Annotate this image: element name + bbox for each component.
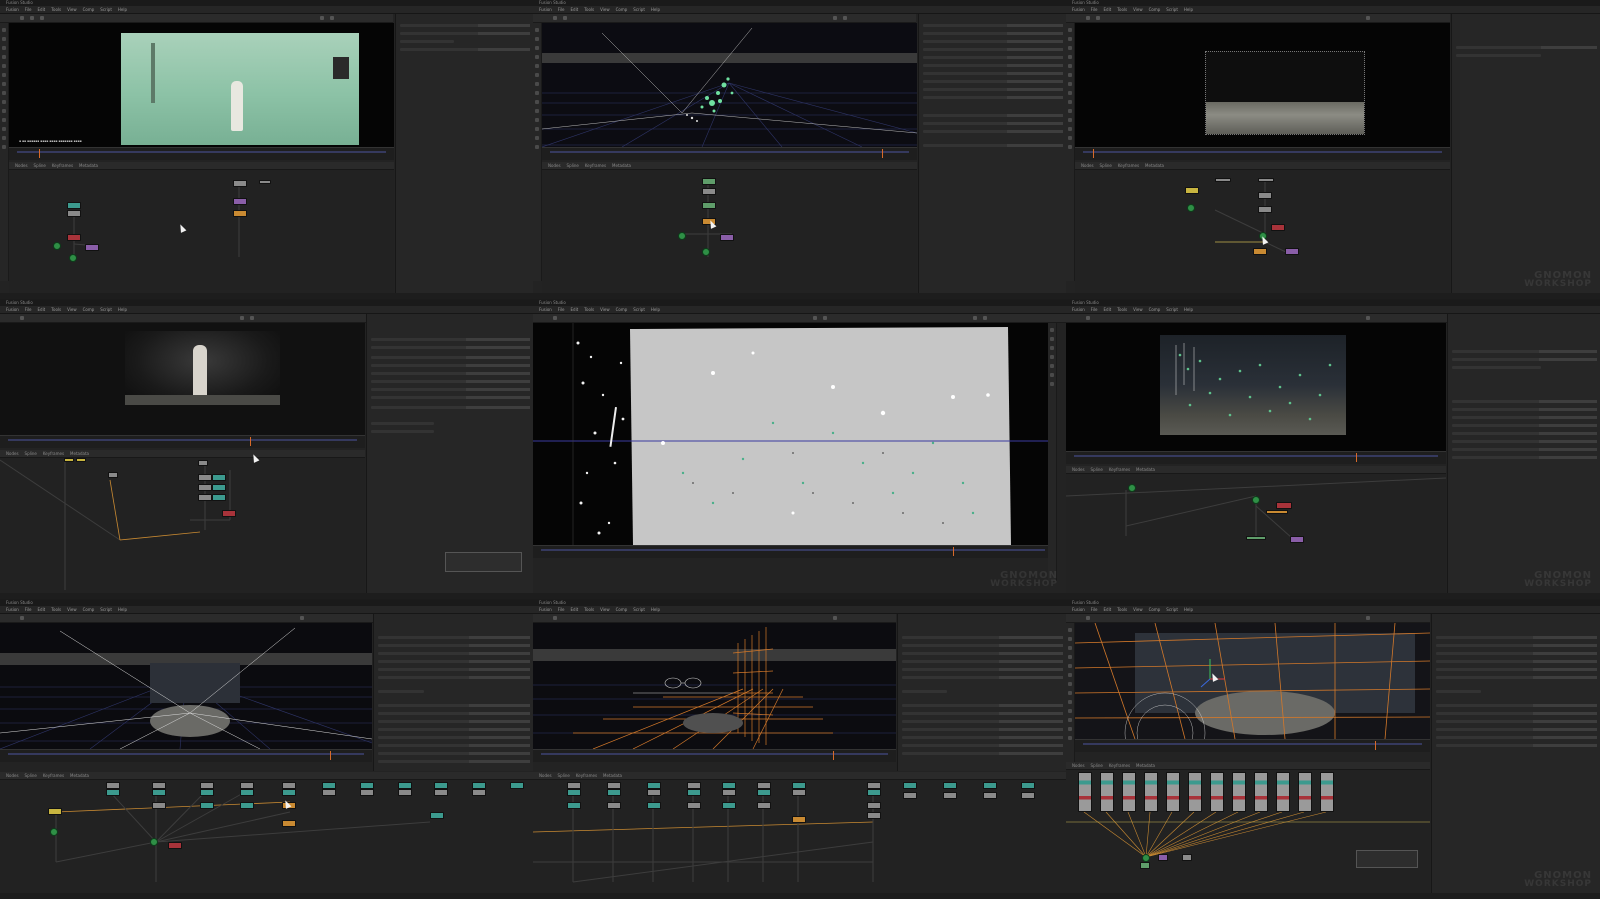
menu-item[interactable]: Tools — [51, 6, 61, 13]
node-editor[interactable]: Nodes Spline Keyframes Metadata — [533, 772, 1066, 893]
tool-palette — [533, 23, 542, 281]
node-tool[interactable] — [702, 202, 716, 209]
viewer-3d[interactable] — [1075, 623, 1430, 739]
node-tool[interactable] — [67, 210, 81, 217]
node-saver[interactable] — [1158, 854, 1168, 861]
toolbar-icon[interactable] — [20, 16, 24, 20]
menu-item[interactable]: Edit — [38, 6, 46, 13]
watermark: GNOMON WORKSHOP — [990, 570, 1058, 589]
viewer-3d[interactable] — [533, 623, 896, 749]
viewer[interactable] — [1066, 323, 1446, 451]
viewer-toolbar — [0, 14, 393, 23]
footage-greenscreen — [121, 33, 359, 145]
viewer-3d[interactable] — [0, 623, 372, 749]
panel-lunar-plate: Fusion Studio Fusion File Edit Tools View Com… — [1066, 0, 1600, 299]
viewer-fullscreen[interactable] — [533, 323, 1053, 545]
matte-points — [533, 323, 1053, 545]
node-editor[interactable]: Nodes Spline Keyframes Metadata — [9, 162, 394, 293]
viewer[interactable] — [1075, 23, 1450, 147]
menu-bar: Fusion File Edit Tools View Comp Script Help — [0, 6, 533, 14]
3d-scene — [542, 27, 917, 147]
menu-bar: Fusion File Edit Tools View Comp Script Help — [533, 6, 1066, 14]
node-editor[interactable]: Nodes Spline Keyframes Metadata — [0, 450, 365, 593]
panel-3d-ground: Fusion Studio Fusion File Edit Tools View Com… — [0, 600, 533, 899]
node-tool[interactable] — [1185, 187, 1199, 194]
node-editor[interactable]: Nodes Spline Keyframes Metadata — [1075, 162, 1450, 293]
node-merge[interactable] — [222, 510, 236, 517]
toolbar-icon[interactable] — [330, 16, 334, 20]
menu-item[interactable]: File — [25, 6, 32, 13]
status-bar — [533, 293, 1066, 299]
panel-greenscreen: Fusion Studio Fusion File Edit Tools View Com… — [0, 0, 533, 299]
node-connections — [73, 187, 240, 262]
navigator-minimap[interactable] — [1356, 850, 1418, 868]
panel-astronaut-plate: Fusion Studio Fusion File Edit Tools View Com… — [0, 300, 533, 599]
node-editor[interactable]: Nodes Spline Keyframes Metadata — [542, 162, 917, 293]
viewer-3d[interactable] — [542, 23, 917, 147]
inspector-panel — [395, 14, 533, 293]
menu-item[interactable]: Script — [100, 6, 112, 13]
node-editor[interactable]: Nodes Spline Keyframes Metadata — [1066, 466, 1446, 593]
watermark: GNOMON WORKSHOP — [1524, 270, 1592, 289]
panel-pointcloud: Fusion Studio Fusion File Edit Tools View Com… — [533, 0, 1066, 299]
node-loader[interactable] — [702, 178, 716, 185]
node-tool[interactable] — [233, 210, 247, 217]
viewer[interactable]: ▪ ▪▪ ▪▪▪▪▪▪ ▪▪▪▪ ▪▪▪▪ ▪▪▪▪▪▪▪ ▪▪▪▪ — [9, 23, 394, 147]
light-stand — [333, 57, 349, 79]
menu-item[interactable]: View — [67, 6, 77, 13]
lunar-surface — [1206, 102, 1364, 134]
node-merge[interactable] — [1276, 502, 1292, 509]
node-loader[interactable] — [233, 180, 247, 187]
node-merge[interactable] — [67, 234, 81, 241]
node-tool[interactable] — [702, 188, 716, 195]
node-merge[interactable] — [1271, 224, 1285, 231]
toolbar-icon[interactable] — [30, 16, 34, 20]
panel-tracked-points: Fusion Studio Fusion File Edit Tools View Com… — [1066, 300, 1600, 599]
inspector-panel — [918, 14, 1066, 293]
watermark: GNOMON WORKSHOP — [1524, 870, 1592, 889]
menu-item[interactable]: Fusion — [6, 6, 19, 13]
toolbar-icon[interactable] — [40, 16, 44, 20]
node-loader[interactable] — [67, 202, 81, 209]
screenshot-collage: Fusion Studio Fusion File Edit Tools View Com… — [0, 0, 1600, 899]
toolbar-icon[interactable] — [320, 16, 324, 20]
node-editor[interactable]: Nodes Spline Keyframes Metadata — [1066, 762, 1430, 893]
node-editor[interactable]: Nodes Spline Keyframes Metadata — [0, 772, 533, 893]
navigator-minimap[interactable] — [445, 552, 522, 572]
panel-tracking-matte: Fusion Studio Fusion File Edit Tools View Com… — [533, 300, 1066, 599]
menu-item[interactable]: Comp — [83, 6, 95, 13]
menu-item[interactable]: Help — [118, 6, 127, 13]
node-saver[interactable] — [1285, 248, 1299, 255]
menu-bar: Fusion File Edit Tools View Comp Script Help — [1066, 6, 1600, 14]
status-bar — [0, 293, 533, 299]
node-tool[interactable] — [233, 198, 247, 205]
timeline[interactable] — [542, 147, 917, 160]
astronaut-figure — [193, 345, 207, 399]
node-saver[interactable] — [85, 244, 99, 251]
footage-dark — [125, 331, 280, 405]
node-saver[interactable] — [1290, 536, 1304, 543]
viewer[interactable] — [0, 323, 365, 435]
footage-frame — [1205, 51, 1365, 135]
node-saver[interactable] — [720, 234, 734, 241]
footage-overlay — [1160, 335, 1346, 435]
node-merge[interactable] — [168, 842, 182, 849]
tool-palette — [0, 23, 9, 281]
node-dot[interactable] — [69, 254, 77, 262]
viewer-toolbar — [533, 14, 916, 23]
astronaut-figure — [231, 81, 243, 131]
watermark: GNOMON WORKSHOP — [1524, 570, 1592, 589]
panel-3d-projection: Fusion Studio Fusion File Edit Tools View Com… — [1066, 600, 1600, 899]
node-dot[interactable] — [53, 242, 61, 250]
timeline[interactable] — [9, 147, 394, 160]
panel-3d-orange-grid: Fusion Studio Fusion File Edit Tools View Com… — [533, 600, 1066, 899]
